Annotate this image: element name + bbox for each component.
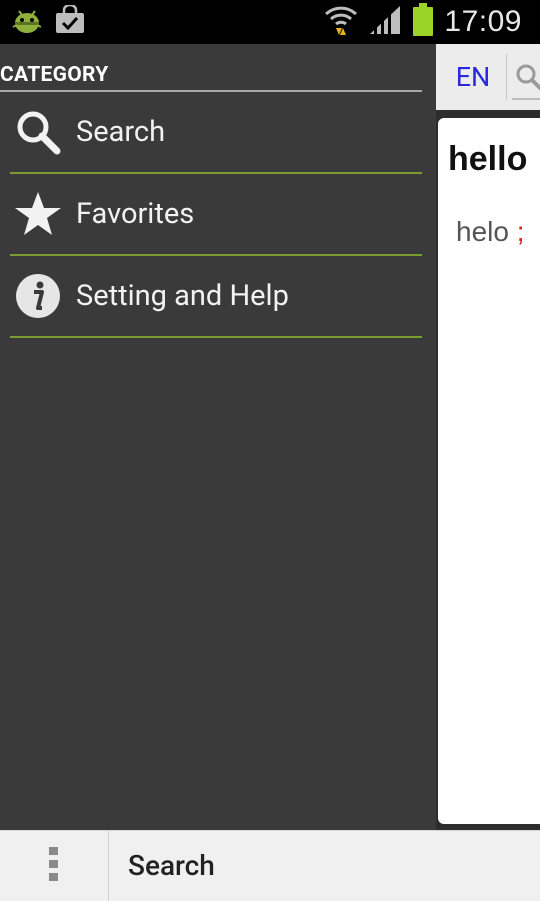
bottom-bar: Search (0, 830, 540, 901)
search-input[interactable] (512, 56, 540, 100)
drawer-item-label: Favorites (76, 197, 195, 231)
drawer-item-search[interactable]: Search (10, 92, 422, 174)
status-bar-left (10, 3, 86, 39)
content-panel: EN hello helo ; (436, 44, 540, 830)
definition-card: hello helo ; (438, 118, 540, 824)
drawer-item-favorites[interactable]: Favorites (10, 174, 422, 256)
status-clock: 17:09 (444, 5, 522, 38)
definition-separator: ; (516, 216, 525, 247)
divider (506, 54, 507, 100)
language-bar: EN (436, 44, 540, 110)
signal-icon (368, 4, 402, 40)
status-bar: 17:09 (0, 0, 540, 44)
headword: hello (448, 140, 528, 178)
language-button[interactable]: EN (440, 52, 506, 102)
drawer-header: CATEGORY (0, 62, 422, 92)
bottom-bar-title: Search (128, 849, 215, 882)
info-icon (14, 272, 62, 320)
divider (108, 831, 109, 901)
android-debug-icon (10, 5, 44, 39)
definition-word: helo (456, 216, 509, 247)
drawer-item-label: Search (76, 115, 166, 149)
drawer-item-setting-help[interactable]: Setting and Help (10, 256, 422, 338)
star-icon (14, 190, 62, 238)
status-bar-right: 17:09 (324, 3, 522, 41)
overflow-menu-button[interactable] (0, 831, 108, 901)
drawer-list: Search Favorites Setting and Help (10, 92, 422, 338)
drawer-item-label: Setting and Help (76, 279, 289, 313)
battery-icon (412, 3, 434, 41)
navigation-drawer: CATEGORY Search Favorites Setting and He… (0, 44, 436, 830)
overflow-menu-icon (48, 846, 60, 886)
definition-text: helo ; (456, 216, 525, 248)
wifi-icon (324, 4, 358, 40)
shopping-bag-icon (54, 3, 86, 39)
search-icon (14, 108, 62, 156)
